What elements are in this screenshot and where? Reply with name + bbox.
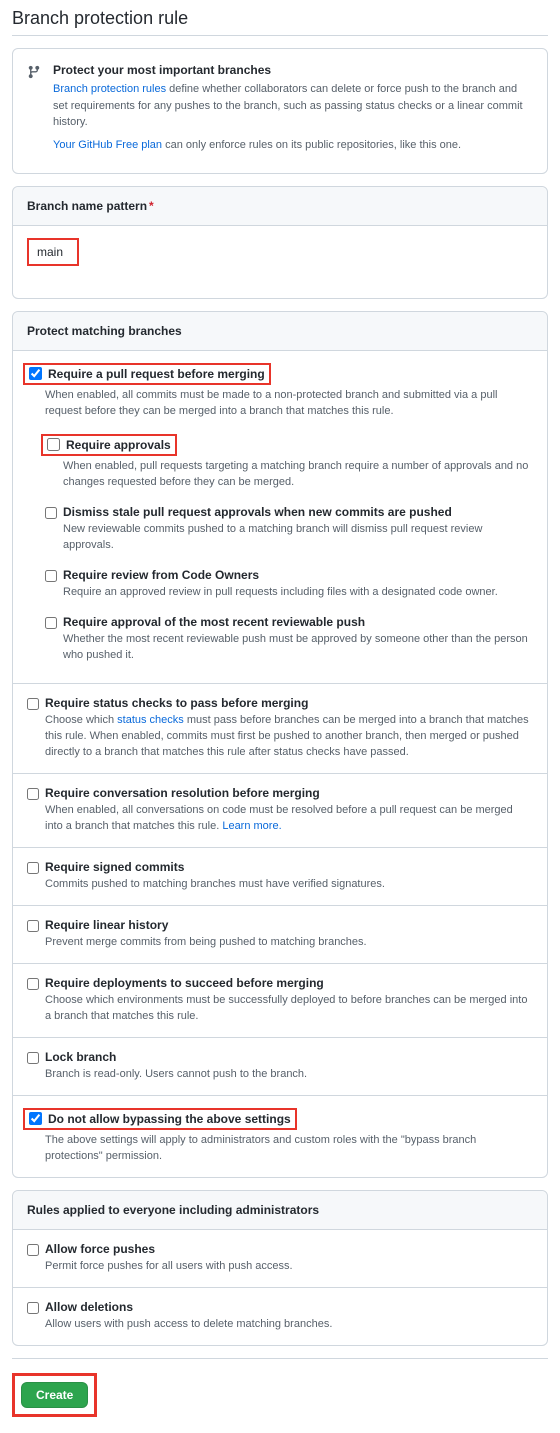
protect-info-desc-1: Branch protection rules define whether c…	[53, 81, 533, 131]
rule-dismiss-stale: Dismiss stale pull request approvals whe…	[45, 499, 533, 562]
protect-info-desc-2: Your GitHub Free plan can only enforce r…	[53, 137, 533, 154]
rule-force-push: Allow force pushes Permit force pushes f…	[13, 1230, 547, 1287]
dismiss-stale-label: Dismiss stale pull request approvals whe…	[63, 505, 452, 519]
rule-deployments: Require deployments to succeed before me…	[13, 963, 547, 1037]
rule-deletions: Allow deletions Allow users with push ac…	[13, 1287, 547, 1345]
protect-matching-panel: Protect matching branches Require a pull…	[12, 311, 548, 1178]
create-button-highlight: Create	[12, 1373, 97, 1417]
protect-info-title: Protect your most important branches	[53, 63, 533, 77]
branch-pattern-input-bg	[27, 260, 533, 286]
required-star-icon: *	[149, 199, 154, 213]
rule-signed: Require signed commits Commits pushed to…	[13, 847, 547, 905]
rule-no-bypass: Do not allow bypassing the above setting…	[13, 1095, 547, 1177]
rule-require-pr: Require a pull request before merging Wh…	[13, 351, 547, 683]
lock-label: Lock branch	[45, 1050, 116, 1064]
conversation-learn-more-link[interactable]: Learn more.	[222, 820, 281, 832]
require-pr-checkbox[interactable]	[29, 367, 42, 380]
no-bypass-label: Do not allow bypassing the above setting…	[48, 1112, 291, 1126]
last-push-checkbox[interactable]	[45, 617, 57, 629]
status-checks-checkbox[interactable]	[27, 698, 39, 710]
deletions-desc: Allow users with push access to delete m…	[27, 1317, 533, 1333]
protect-matching-header: Protect matching branches	[13, 312, 547, 351]
deployments-label: Require deployments to succeed before me…	[45, 976, 324, 990]
deployments-desc: Choose which environments must be succes…	[27, 993, 533, 1025]
everyone-header: Rules applied to everyone including admi…	[13, 1191, 547, 1230]
require-approvals-label: Require approvals	[66, 438, 171, 452]
deletions-label: Allow deletions	[45, 1300, 133, 1314]
branch-pattern-panel: Branch name pattern*	[12, 186, 548, 299]
rule-lock: Lock branch Branch is read-only. Users c…	[13, 1037, 547, 1095]
footer-divider	[12, 1358, 548, 1359]
no-bypass-checkbox[interactable]	[29, 1112, 42, 1125]
force-push-label: Allow force pushes	[45, 1242, 155, 1256]
code-owners-desc: Require an approved review in pull reque…	[45, 585, 533, 601]
rule-conversation: Require conversation resolution before m…	[13, 773, 547, 847]
branch-protection-rules-link[interactable]: Branch protection rules	[53, 83, 166, 95]
rule-last-push: Require approval of the most recent revi…	[45, 609, 533, 672]
branch-pattern-input[interactable]	[29, 240, 77, 264]
rule-require-approvals: Require approvals When enabled, pull req…	[45, 428, 533, 499]
require-approvals-checkbox[interactable]	[47, 438, 60, 451]
no-bypass-desc: The above settings will apply to adminis…	[27, 1133, 533, 1165]
rule-code-owners: Require review from Code Owners Require …	[45, 562, 533, 609]
force-push-desc: Permit force pushes for all users with p…	[27, 1259, 533, 1275]
branch-pattern-header: Branch name pattern*	[13, 187, 547, 226]
code-owners-label: Require review from Code Owners	[63, 568, 259, 582]
conversation-checkbox[interactable]	[27, 788, 39, 800]
linear-desc: Prevent merge commits from being pushed …	[27, 935, 533, 951]
signed-desc: Commits pushed to matching branches must…	[27, 877, 533, 893]
linear-checkbox[interactable]	[27, 920, 39, 932]
github-free-plan-link[interactable]: Your GitHub Free plan	[53, 139, 162, 151]
last-push-label: Require approval of the most recent revi…	[63, 615, 365, 629]
rule-linear: Require linear history Prevent merge com…	[13, 905, 547, 963]
git-branch-icon	[27, 65, 41, 82]
conversation-label: Require conversation resolution before m…	[45, 786, 320, 800]
require-pr-desc: When enabled, all commits must be made t…	[27, 388, 533, 420]
create-button[interactable]: Create	[21, 1382, 88, 1408]
deployments-checkbox[interactable]	[27, 978, 39, 990]
code-owners-checkbox[interactable]	[45, 570, 57, 582]
last-push-desc: Whether the most recent reviewable push …	[45, 632, 533, 664]
status-checks-label: Require status checks to pass before mer…	[45, 696, 308, 710]
signed-label: Require signed commits	[45, 860, 184, 874]
require-pr-label: Require a pull request before merging	[48, 367, 265, 381]
linear-label: Require linear history	[45, 918, 168, 932]
signed-checkbox[interactable]	[27, 862, 39, 874]
everyone-panel: Rules applied to everyone including admi…	[12, 1190, 548, 1346]
dismiss-stale-checkbox[interactable]	[45, 507, 57, 519]
dismiss-stale-desc: New reviewable commits pushed to a match…	[45, 522, 533, 554]
protect-info-panel: Protect your most important branches Bra…	[12, 48, 548, 174]
page-title: Branch protection rule	[12, 8, 548, 36]
lock-desc: Branch is read-only. Users cannot push t…	[27, 1067, 533, 1083]
force-push-checkbox[interactable]	[27, 1244, 39, 1256]
rule-status-checks: Require status checks to pass before mer…	[13, 683, 547, 773]
require-approvals-desc: When enabled, pull requests targeting a …	[45, 459, 533, 491]
lock-checkbox[interactable]	[27, 1052, 39, 1064]
status-checks-desc: Choose which status checks must pass bef…	[27, 713, 533, 761]
status-checks-link[interactable]: status checks	[117, 714, 184, 726]
conversation-desc: When enabled, all conversations on code …	[27, 803, 533, 835]
deletions-checkbox[interactable]	[27, 1302, 39, 1314]
